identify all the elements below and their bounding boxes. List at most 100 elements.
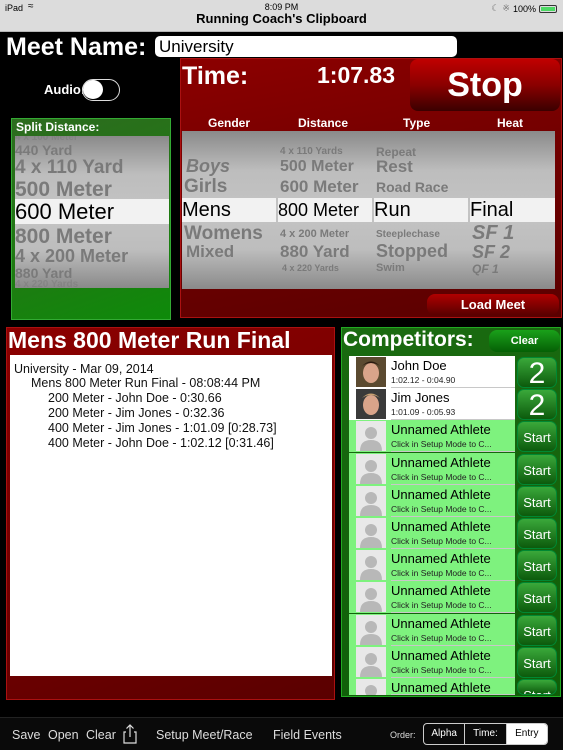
placeholder-avatar-icon <box>356 421 386 452</box>
athlete-photo <box>356 357 386 387</box>
order-alpha[interactable]: Alpha <box>424 724 466 744</box>
competitor-row[interactable]: Unnamed AthleteClick in Setup Mode to C.… <box>349 581 515 614</box>
picker-selected[interactable]: Mens <box>182 198 276 222</box>
battery-percent: 100% <box>512 3 536 14</box>
lap-count-button[interactable]: 2 <box>517 357 557 388</box>
field-events-button[interactable]: Field Events <box>273 728 342 742</box>
picker-selected[interactable]: 800 Meter <box>278 198 372 222</box>
picker-item[interactable]: 880 Yard <box>280 242 350 262</box>
start-button[interactable]: Start <box>517 582 557 614</box>
gender-wheel[interactable]: Boys Girls Mens Womens Mixed <box>182 131 276 289</box>
competitor-detail: 1:01.09 - 0:05.93 <box>391 407 456 418</box>
picker-item[interactable]: Swim <box>376 262 405 274</box>
picker-item[interactable]: Mixed <box>186 242 234 262</box>
start-button[interactable]: Start <box>517 518 557 549</box>
picker-item[interactable]: 4 x 110 Yards <box>280 146 343 157</box>
picker-selected[interactable]: 600 Meter <box>15 199 169 224</box>
competitor-detail: Click in Setup Mode to C... <box>391 503 492 514</box>
picker-item[interactable]: Rest <box>376 157 413 177</box>
start-button[interactable]: Start <box>517 679 557 695</box>
placeholder-avatar-icon <box>356 453 386 484</box>
start-button[interactable]: Start <box>517 421 557 453</box>
start-button[interactable]: Start <box>517 646 557 678</box>
stop-button[interactable]: Stop <box>410 59 560 111</box>
start-button[interactable]: Start <box>517 614 557 646</box>
competitor-row[interactable]: Unnamed AthleteClick in Setup Mode to C.… <box>349 678 515 695</box>
log-line: 200 Meter - Jim Jones - 0:32.36 <box>48 406 225 420</box>
picker-selected[interactable]: Run <box>374 198 468 222</box>
log-line: 400 Meter - John Doe - 1:02.12 [0:31.46] <box>48 436 274 450</box>
competitor-row[interactable]: Unnamed Athlete Click in Setup Mode to C.… <box>349 517 515 549</box>
picker-item[interactable]: Steeplechase <box>376 229 440 240</box>
toggle-knob <box>83 80 103 99</box>
lap-count-button[interactable]: 2 <box>517 389 557 421</box>
competitor-row[interactable]: Unnamed AthleteClick in Setup Mode to C.… <box>349 549 515 582</box>
picker-item[interactable]: 4 x 200 Meter <box>15 246 128 267</box>
start-button[interactable]: Start <box>517 550 557 582</box>
heat-header: Heat <box>497 116 524 130</box>
competitor-row[interactable]: John Doe 1:02.12 - 0:04.90 <box>349 356 515 388</box>
status-bar: iPad ≈ 8:09 PM Running Coach's Clipboard… <box>0 0 563 32</box>
type-wheel[interactable]: Repeat Rest Road Race Run Steeplechase S… <box>374 131 468 289</box>
competitor-name: John Doe <box>391 358 447 373</box>
competitor-row[interactable]: Unnamed AthleteClick in Setup Mode to C.… <box>349 420 515 453</box>
share-icon[interactable] <box>122 724 138 747</box>
distance-wheel[interactable]: 4 x 110 Yards 500 Meter 600 Meter 800 Me… <box>278 131 372 289</box>
picker-item[interactable]: QF 1 <box>472 262 499 276</box>
competitor-name: Unnamed Athlete <box>391 583 491 599</box>
picker-item[interactable]: 4 x 200 Meter <box>280 228 349 240</box>
competitor-detail: Click in Setup Mode to C... <box>391 536 492 546</box>
competitors-title: Competitors: <box>343 328 474 351</box>
order-segmented-control[interactable]: Alpha Time: Entry <box>423 723 548 745</box>
competitor-row[interactable]: Unnamed AthleteClick in Setup Mode to C.… <box>349 484 515 517</box>
picker-item[interactable]: Stopped <box>376 241 448 262</box>
picker-item[interactable]: 500 Meter <box>280 158 354 176</box>
competitor-name: Unnamed Athlete <box>391 551 491 567</box>
split-distance-picker[interactable]: 4 x 100 Meter 440 Yard 4 x 110 Yard 500 … <box>15 136 169 288</box>
picker-item[interactable]: 4 x 220 Yards <box>282 263 339 273</box>
heat-wheel[interactable]: Final SF 1 SF 2 QF 1 <box>470 131 555 289</box>
moon-icon: ☾ <box>491 3 500 13</box>
setup-meet-race-button[interactable]: Setup Meet/Race <box>156 728 253 742</box>
meet-name-input[interactable] <box>155 36 457 57</box>
competitor-name: Unnamed Athlete <box>391 519 491 534</box>
log-line: 200 Meter - John Doe - 0:30.66 <box>48 391 222 405</box>
competitor-row[interactable]: Unnamed AthleteClick in Setup Mode to C.… <box>349 452 515 485</box>
picker-item[interactable]: Boys <box>186 156 230 177</box>
placeholder-avatar-icon <box>356 582 386 613</box>
load-meet-button[interactable]: Load Meet <box>427 294 559 315</box>
audio-label: Audio: <box>44 82 86 97</box>
race-picker: Boys Girls Mens Womens Mixed 4 x 110 Yar… <box>182 131 555 289</box>
order-time[interactable]: Time: <box>465 724 507 744</box>
placeholder-avatar-icon <box>356 550 386 581</box>
picker-item[interactable]: 600 Meter <box>280 177 358 197</box>
save-button[interactable]: Save <box>12 728 41 742</box>
picker-item[interactable]: 4 x 110 Yard <box>15 157 123 179</box>
picker-item[interactable]: 4 x 220 Yards <box>15 279 78 288</box>
competitor-row[interactable]: Jim Jones 1:01.09 - 0:05.93 <box>349 388 515 421</box>
results-log[interactable]: University - Mar 09, 2014 Mens 800 Meter… <box>10 355 332 676</box>
start-button[interactable]: Start <box>517 485 557 517</box>
picker-item[interactable]: Girls <box>184 176 227 198</box>
battery-icon <box>539 4 557 13</box>
placeholder-avatar-icon <box>356 485 386 516</box>
competitor-detail: Click in Setup Mode to C... <box>391 471 492 482</box>
start-button[interactable]: Start <box>517 453 557 485</box>
clear-competitors-button[interactable]: Clear <box>489 330 560 352</box>
bottom-toolbar: Save Open Clear Setup Meet/Race Field Ev… <box>0 717 563 750</box>
log-line: 400 Meter - Jim Jones - 1:01.09 [0:28.73… <box>48 421 277 435</box>
competitor-detail: 1:02.12 - 0:04.90 <box>391 375 456 385</box>
clear-button[interactable]: Clear <box>86 728 116 742</box>
picker-selected[interactable]: Final <box>470 198 555 222</box>
audio-toggle[interactable] <box>82 79 120 101</box>
picker-item[interactable]: 440 Yard <box>15 142 72 158</box>
open-button[interactable]: Open <box>48 728 79 742</box>
picker-item[interactable]: SF 2 <box>472 242 510 263</box>
competitor-name: Unnamed Athlete <box>391 486 491 502</box>
picker-item[interactable]: Road Race <box>376 179 448 195</box>
competitor-row[interactable]: Unnamed AthleteClick in Setup Mode to C.… <box>349 613 515 646</box>
competitor-name: Unnamed Athlete <box>391 615 491 631</box>
order-entry[interactable]: Entry <box>506 724 547 744</box>
competitor-name: Unnamed Athlete <box>391 647 491 663</box>
competitor-row[interactable]: Unnamed AthleteClick in Setup Mode to C.… <box>349 645 515 678</box>
